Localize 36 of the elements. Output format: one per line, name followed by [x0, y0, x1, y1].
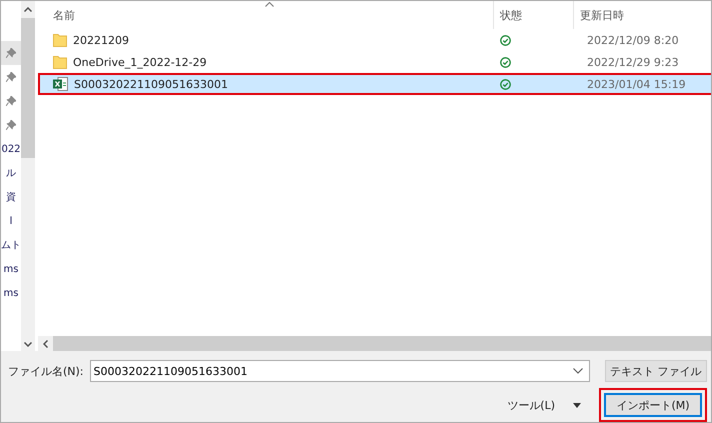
- scroll-left-icon[interactable]: [43, 340, 48, 348]
- file-row[interactable]: S000320221109051633001 2023/01/04 15:19: [38, 73, 711, 95]
- chevron-down-icon[interactable]: [572, 368, 583, 374]
- vertical-scrollbar[interactable]: [21, 1, 35, 351]
- file-row[interactable]: OneDrive_1_2022-12-29 2022/12/29 9:23: [38, 51, 711, 73]
- sort-caret-icon: [265, 2, 274, 7]
- nav-item[interactable]: ムト: [1, 233, 21, 257]
- column-header[interactable]: 更新日時: [573, 1, 703, 29]
- nav-item[interactable]: ms: [1, 257, 21, 281]
- folder-icon: [53, 34, 67, 46]
- column-header[interactable]: 状態: [493, 1, 573, 29]
- modified-date: 2023/01/04 15:19: [587, 78, 686, 90]
- scroll-down-icon[interactable]: [24, 342, 32, 347]
- tools-button[interactable]: ツール(L): [503, 398, 559, 412]
- import-button[interactable]: インポート(M): [604, 393, 702, 417]
- file-name: 20221209: [73, 34, 129, 46]
- modified-date: 2022/12/29 9:23: [587, 56, 679, 68]
- nav-item[interactable]: ms: [1, 281, 21, 305]
- pin-icon[interactable]: [1, 41, 21, 65]
- modified-date: 2022/12/09 8:20: [587, 34, 679, 46]
- file-name: OneDrive_1_2022-12-29: [73, 56, 207, 68]
- folder-icon: [53, 56, 67, 68]
- nav-item[interactable]: 資: [1, 185, 21, 209]
- spreadsheet-icon: [53, 77, 68, 91]
- filename-field[interactable]: S000320221109051633001: [90, 360, 590, 382]
- file-name: S000320221109051633001: [74, 78, 228, 90]
- nav-item[interactable]: l: [1, 209, 21, 233]
- caret-icon[interactable]: [573, 402, 581, 408]
- filename-label: ファイル名(N):: [8, 364, 84, 378]
- nav-item[interactable]: 022: [1, 137, 21, 161]
- file-type-dropdown[interactable]: テキスト ファイル: [604, 360, 707, 382]
- file-row[interactable]: 20221209 2022/12/09 8:20: [38, 29, 711, 51]
- column-header[interactable]: 名前: [53, 1, 493, 29]
- scroll-up-icon[interactable]: [24, 7, 32, 12]
- horizontal-scrollbar[interactable]: [38, 336, 711, 351]
- nav-item[interactable]: ル: [1, 161, 21, 185]
